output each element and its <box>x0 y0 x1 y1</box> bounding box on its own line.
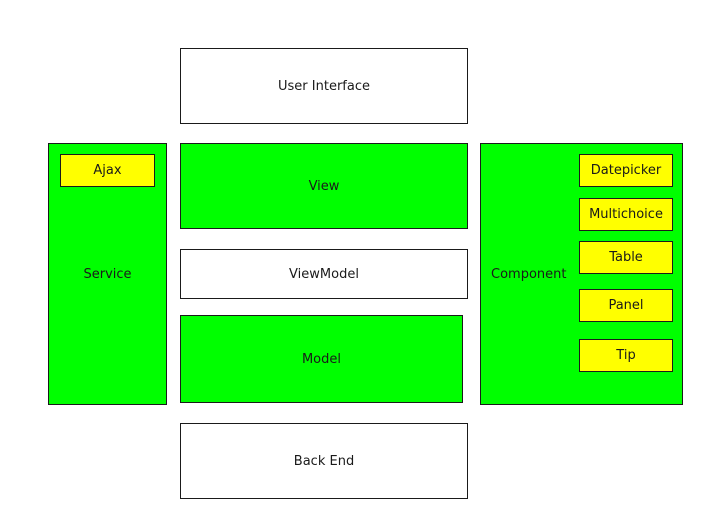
view-box: View <box>180 143 468 229</box>
component-item-label: Multichoice <box>589 207 663 222</box>
service-label: Service <box>83 266 132 282</box>
viewmodel-label: ViewModel <box>289 266 359 282</box>
service-item-ajax: Ajax <box>60 154 155 187</box>
component-item-multichoice: Multichoice <box>579 198 673 231</box>
back-end-box: Back End <box>180 423 468 499</box>
component-item-tip: Tip <box>579 339 673 372</box>
user-interface-box: User Interface <box>180 48 468 124</box>
component-item-panel: Panel <box>579 289 673 322</box>
component-label: Component <box>491 266 567 282</box>
component-item-label: Tip <box>616 348 636 363</box>
component-item-label: Panel <box>608 298 644 313</box>
component-item-label: Datepicker <box>590 163 662 178</box>
component-item-table: Table <box>579 241 673 274</box>
service-item-label: Ajax <box>93 163 122 178</box>
viewmodel-box: ViewModel <box>180 249 468 299</box>
view-label: View <box>308 178 340 194</box>
model-label: Model <box>301 351 342 367</box>
component-item-label: Table <box>609 250 643 265</box>
component-item-datepicker: Datepicker <box>579 154 673 187</box>
model-box: Model <box>180 315 463 403</box>
back-end-label: Back End <box>293 453 355 469</box>
user-interface-label: User Interface <box>278 78 370 94</box>
